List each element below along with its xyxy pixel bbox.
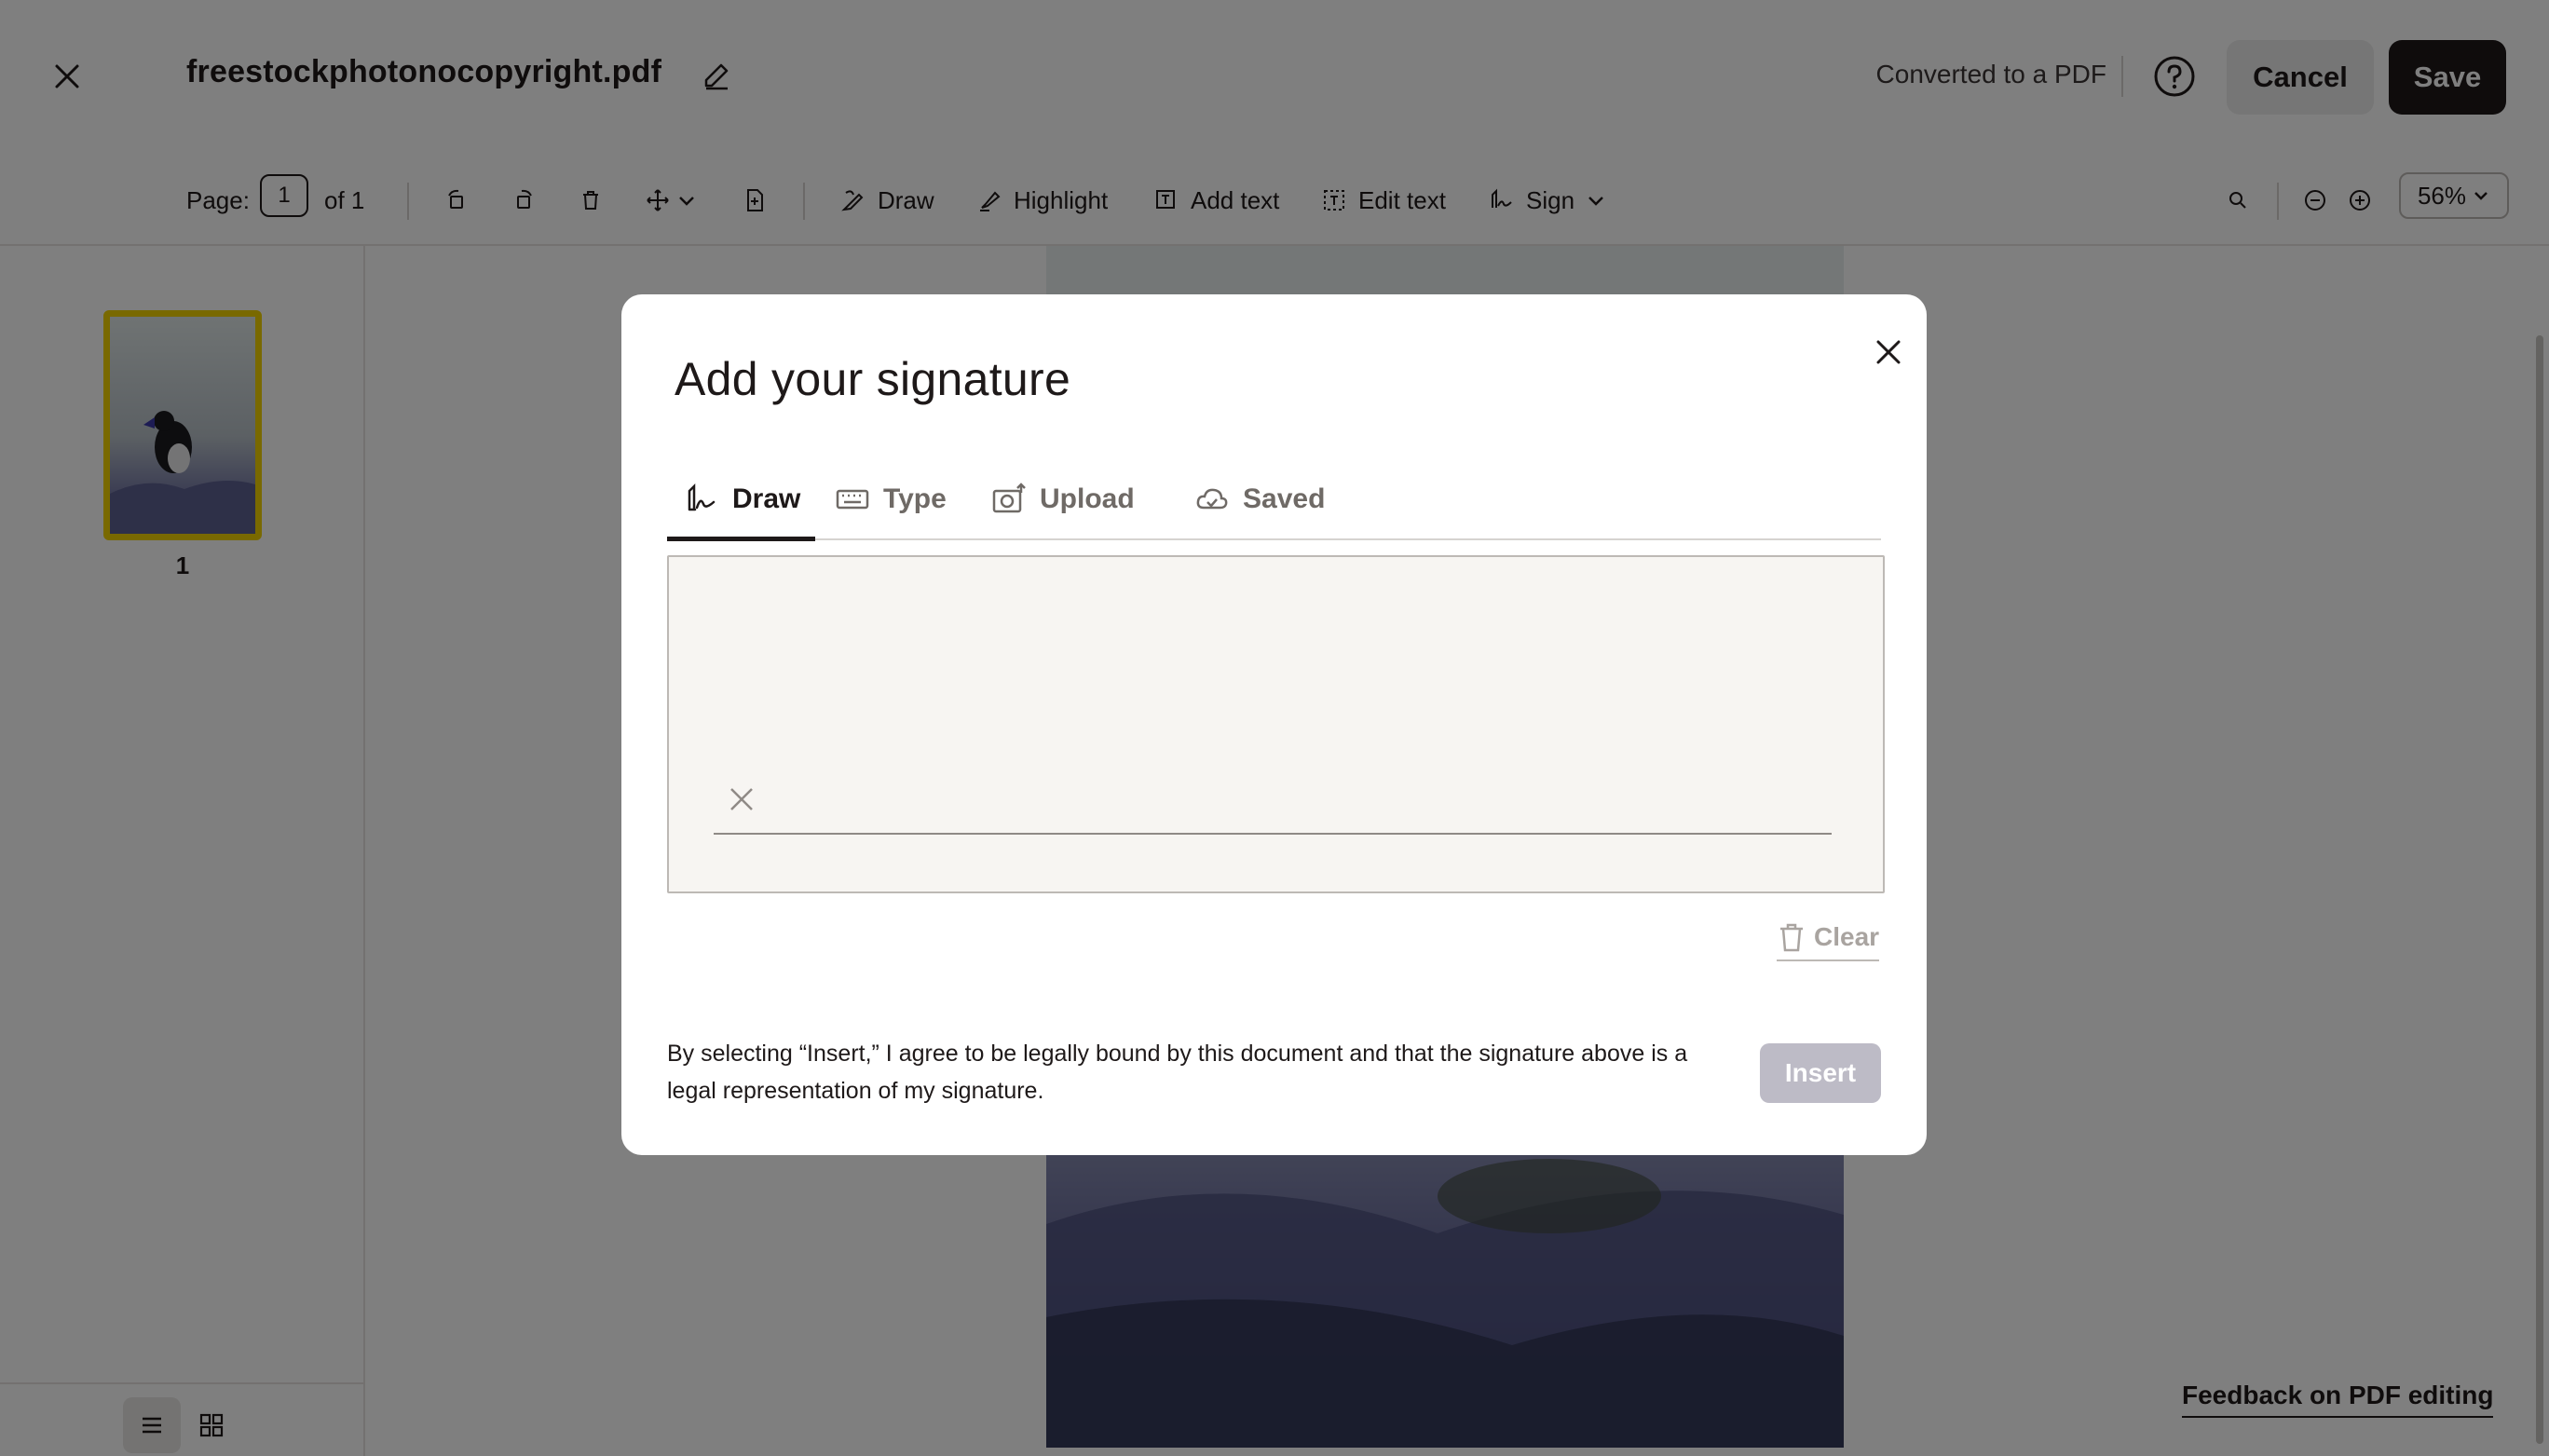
clear-label: Clear — [1814, 922, 1880, 951]
tab-saved-label: Saved — [1243, 483, 1326, 514]
tab-type-label: Type — [883, 483, 947, 514]
tab-type[interactable]: Type — [835, 458, 947, 540]
clear-signature-button[interactable]: Clear — [1777, 919, 1880, 961]
legal-consent-text: By selecting “Insert,” I agree to be leg… — [667, 1041, 1688, 1104]
signature-draw-pad[interactable] — [667, 555, 1885, 893]
close-dialog-icon[interactable] — [1862, 326, 1915, 378]
tab-draw-label: Draw — [732, 483, 801, 514]
trash-icon — [1780, 923, 1803, 952]
keyboard-icon — [836, 489, 869, 510]
active-tab-indicator — [667, 537, 815, 541]
signature-baseline — [714, 833, 1832, 835]
tab-upload[interactable]: Upload — [991, 458, 1135, 540]
tab-upload-label: Upload — [1040, 483, 1135, 514]
signature-tabs: Draw Type Upload Saved — [667, 458, 1881, 541]
signature-dialog: Add your signature Draw Type Upload Save… — [621, 294, 1927, 1155]
cloud-icon — [1196, 488, 1228, 510]
camera-upload-icon — [992, 483, 1026, 513]
tab-draw[interactable]: Draw — [684, 458, 800, 540]
pen-signature-icon — [688, 483, 716, 511]
tab-saved[interactable]: Saved — [1194, 458, 1325, 540]
insert-signature-button[interactable]: Insert — [1760, 1043, 1881, 1103]
dialog-title: Add your signature — [675, 353, 1071, 405]
signature-x-marker-icon — [730, 788, 753, 810]
